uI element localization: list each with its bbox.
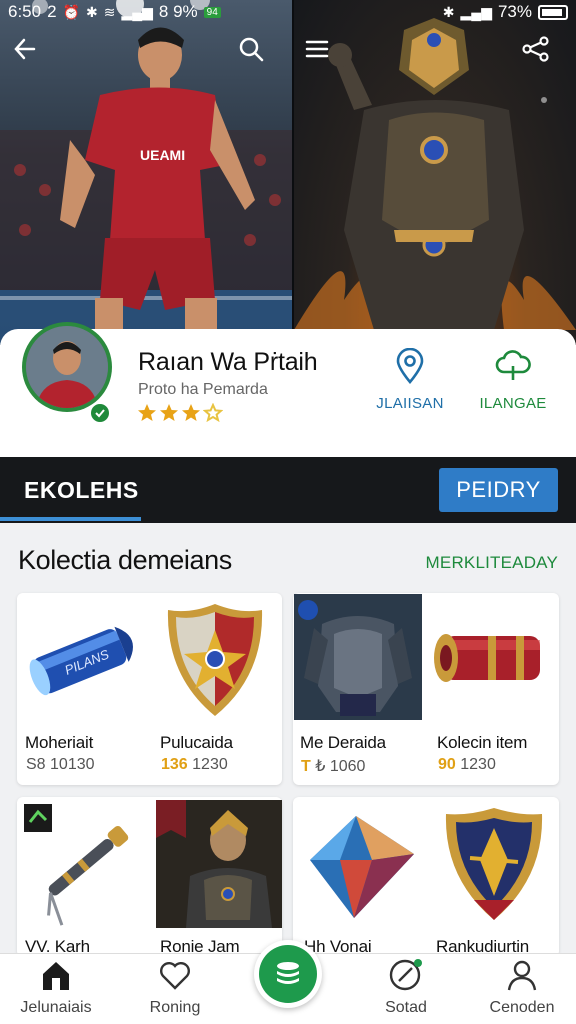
nav-profile[interactable]: Cenoden	[472, 958, 572, 1017]
collection-item[interactable]: Kolecin item 90 1230	[428, 596, 558, 782]
location-pin-icon	[396, 347, 424, 384]
status-battery-pct: 73%	[497, 2, 532, 21]
status-time: 6:50	[8, 2, 42, 21]
item-price-highlight: 90	[438, 756, 456, 773]
collection-item[interactable]: Rankudiurtin	[430, 800, 558, 956]
collection-item[interactable]: Hh Vonai	[296, 800, 426, 956]
shield-gold-icon	[445, 808, 543, 920]
item-price-value: 1230	[455, 756, 496, 773]
verified-badge-icon	[89, 402, 111, 424]
signal-icon: ▂▄▆	[121, 3, 153, 20]
nav-home-label: Jelunaiais	[20, 999, 92, 1016]
status-bar-left: 6:50 2 ⏰ ✱ ≋ ▂▄▆ 8 9% 94	[8, 0, 221, 24]
bullet-item-image: PILANS	[29, 626, 133, 696]
status-time-suffix: 2	[47, 2, 57, 21]
tab-active-indicator	[0, 517, 141, 521]
database-icon	[277, 962, 299, 984]
compass-icon	[389, 959, 422, 991]
item-name: Me Deraida	[300, 733, 386, 752]
cloud-action[interactable]: ILANGAE	[458, 348, 568, 412]
section-title: Kolectia demeians	[18, 545, 232, 575]
nav-profile-label: Cenoden	[489, 999, 555, 1016]
item-price: 136 1230	[161, 756, 228, 774]
rating-stars	[137, 403, 223, 423]
item-price: S8 10130	[26, 756, 95, 773]
star-outline-icon	[203, 403, 223, 423]
armor-item-image	[294, 594, 422, 720]
bluetooth-icon: ✱	[86, 3, 98, 20]
tab-active[interactable]: EKOLEHS	[0, 457, 141, 523]
avatar[interactable]	[22, 322, 112, 412]
collection-item[interactable]: Me Deraida T ₺ 1060	[294, 594, 424, 782]
avatar-image	[26, 326, 108, 408]
profile-name: Raıan Wa Pṙtaih	[138, 348, 318, 376]
search-button[interactable]	[238, 36, 278, 76]
status-bar-right: ✱ ▂▄▆ 73%	[443, 0, 568, 24]
scroll-item-image	[434, 634, 540, 682]
crystal-item-image	[310, 816, 414, 918]
menu-icon	[305, 40, 329, 58]
share-button[interactable]	[522, 36, 562, 76]
status-battery-pct-left: 8 9%	[158, 2, 198, 21]
bluetooth-icon: ✱	[442, 3, 455, 20]
item-price-value: 1230	[187, 756, 228, 773]
user-icon	[507, 960, 537, 991]
item-name: Moheriait	[25, 733, 94, 752]
home-icon	[43, 962, 69, 990]
alarm-icon: ⏰	[62, 3, 80, 20]
collection-item[interactable]: Pulucaida 136 1230	[150, 596, 280, 782]
back-button[interactable]	[12, 36, 52, 76]
star-filled-icon	[160, 404, 178, 421]
shield-icon	[167, 604, 263, 716]
center-action-button[interactable]	[254, 940, 322, 1008]
item-price: T ₺ 1060	[301, 756, 365, 776]
nav-stats[interactable]: Sotad	[356, 958, 456, 1017]
item-price: 90 1230	[438, 756, 496, 774]
nav-home[interactable]: Jelunaiais	[6, 958, 106, 1017]
cloud-icon	[495, 350, 531, 380]
item-price-highlight: 136	[161, 756, 188, 773]
tab-action-button[interactable]: PEIDRY	[439, 468, 558, 512]
section-see-all-link[interactable]: MERKLITEADAY	[426, 553, 558, 573]
wifi-icon: ≋	[103, 3, 116, 20]
share-icon	[522, 36, 549, 62]
warrior-item-image	[156, 800, 282, 928]
item-price-value: ₺ 1060	[310, 758, 366, 775]
profile-subtitle: Proto ha Pemarda	[138, 381, 268, 398]
collection-item[interactable]: VV. Karh	[20, 800, 150, 956]
heart-icon	[160, 962, 190, 990]
hero-banner: UEAMI 6:50 2 ⏰ ✱ ≋ ▂▄▆ 8 9% 94 ✱ ▂▄▆ 73%	[0, 0, 576, 345]
menu-button[interactable]	[304, 36, 344, 76]
nav-favorites[interactable]: Roning	[125, 958, 225, 1017]
collection-item[interactable]: Ronie Jam	[156, 800, 282, 956]
item-name: Kolecin item	[437, 733, 528, 752]
nav-stats-label: Sotad	[385, 999, 427, 1016]
collection-item[interactable]: PILANS Moheriait S8 10130	[20, 596, 150, 782]
star-filled-icon	[138, 404, 156, 421]
location-action[interactable]: JLAIISAN	[355, 347, 465, 412]
sword-item-image	[24, 804, 129, 926]
cloud-action-label: ILANGAE	[479, 395, 547, 412]
search-icon	[239, 37, 264, 62]
arrow-left-icon	[14, 38, 36, 60]
battery-icon	[538, 4, 568, 20]
star-filled-icon	[182, 404, 200, 421]
svg-text:UEAMI: UEAMI	[140, 147, 185, 163]
nav-favorites-label: Roning	[149, 999, 201, 1016]
item-name: Pulucaida	[160, 733, 233, 752]
location-action-label: JLAIISAN	[376, 395, 444, 412]
item-price-highlight: T	[301, 758, 311, 775]
battery-badge: 94	[203, 6, 221, 18]
signal-icon: ▂▄▆	[460, 3, 492, 20]
